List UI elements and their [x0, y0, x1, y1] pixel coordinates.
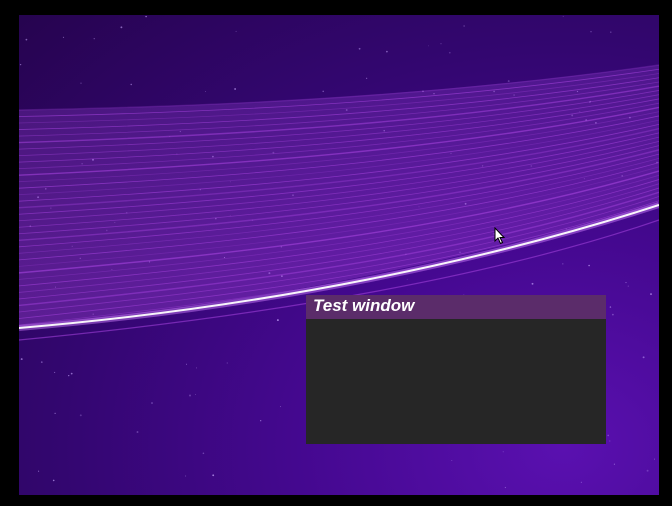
wallpaper-star: [40, 361, 43, 363]
wallpaper-star: [226, 362, 228, 364]
wallpaper-star: [205, 91, 207, 92]
wallpaper-star: [610, 31, 612, 33]
wallpaper-star: [358, 47, 361, 50]
wallpaper-star: [80, 82, 82, 84]
wallpaper-star: [279, 406, 282, 408]
wallpaper-star: [38, 470, 40, 472]
wallpaper-star: [366, 77, 368, 79]
wallpaper-star: [562, 15, 564, 17]
wallpaper-star: [136, 431, 139, 433]
wallpaper-star: [189, 394, 191, 397]
wallpaper-star: [609, 440, 611, 442]
wallpaper-star: [609, 306, 612, 308]
wallpaper-star: [212, 474, 215, 477]
wallpaper-star: [654, 458, 656, 460]
wallpaper-star: [79, 414, 82, 417]
wallpaper-star: [52, 479, 55, 482]
wallpaper-star: [20, 358, 23, 361]
wallpaper-star: [507, 80, 510, 83]
wallpaper-star: [646, 469, 649, 472]
wallpaper-star: [235, 30, 237, 32]
wallpaper-star: [613, 463, 615, 465]
wallpaper-star: [448, 51, 451, 54]
wallpaper-star: [322, 90, 324, 93]
wallpaper-star: [185, 363, 187, 365]
wallpaper-star: [406, 278, 408, 280]
wallpaper-star: [612, 313, 614, 316]
window-client-area[interactable]: [306, 319, 606, 444]
wallpaper-star: [463, 25, 465, 27]
wallpaper-star: [627, 285, 629, 287]
wallpaper-star: [562, 263, 564, 265]
wallpaper-star: [202, 452, 205, 455]
wallpaper-star: [151, 402, 153, 404]
wallpaper-star: [588, 264, 590, 267]
wallpaper-star: [260, 420, 262, 422]
wallpaper-star: [590, 31, 592, 33]
wallpaper-star: [276, 319, 279, 322]
wallpaper-star: [531, 282, 534, 285]
wallpaper-star: [234, 88, 236, 90]
wallpaper-star: [607, 434, 610, 437]
wallpaper-star: [504, 486, 507, 489]
screen: Test window: [0, 0, 672, 506]
wallpaper-star: [68, 374, 70, 377]
wallpaper-star: [642, 356, 645, 359]
wallpaper-star: [130, 83, 132, 86]
wallpaper-star: [386, 50, 388, 53]
wallpaper-star: [145, 15, 147, 18]
wallpaper-star: [62, 36, 65, 38]
window-title: Test window: [313, 296, 415, 315]
wallpaper-star: [70, 372, 73, 375]
wallpaper-star: [93, 38, 95, 40]
wallpaper-star: [195, 394, 196, 395]
wallpaper-star: [428, 45, 429, 47]
arrow-pointer-icon: [494, 227, 506, 245]
wallpaper-star: [195, 367, 197, 369]
wallpaper-star: [650, 293, 652, 296]
wallpaper-star: [625, 282, 627, 284]
wallpaper-star: [580, 481, 582, 483]
wallpaper-star: [440, 43, 442, 45]
desktop[interactable]: Test window: [19, 15, 659, 495]
wallpaper-star: [120, 26, 123, 29]
wallpaper-star: [25, 38, 28, 41]
wallpaper-star: [54, 371, 56, 373]
test-window[interactable]: Test window: [306, 295, 606, 444]
wallpaper-star: [502, 451, 504, 453]
wallpaper-star: [451, 460, 453, 462]
wallpaper-star: [19, 63, 22, 66]
wallpaper-star: [54, 412, 56, 414]
window-titlebar[interactable]: Test window: [306, 295, 606, 319]
wallpaper-star: [185, 475, 187, 477]
